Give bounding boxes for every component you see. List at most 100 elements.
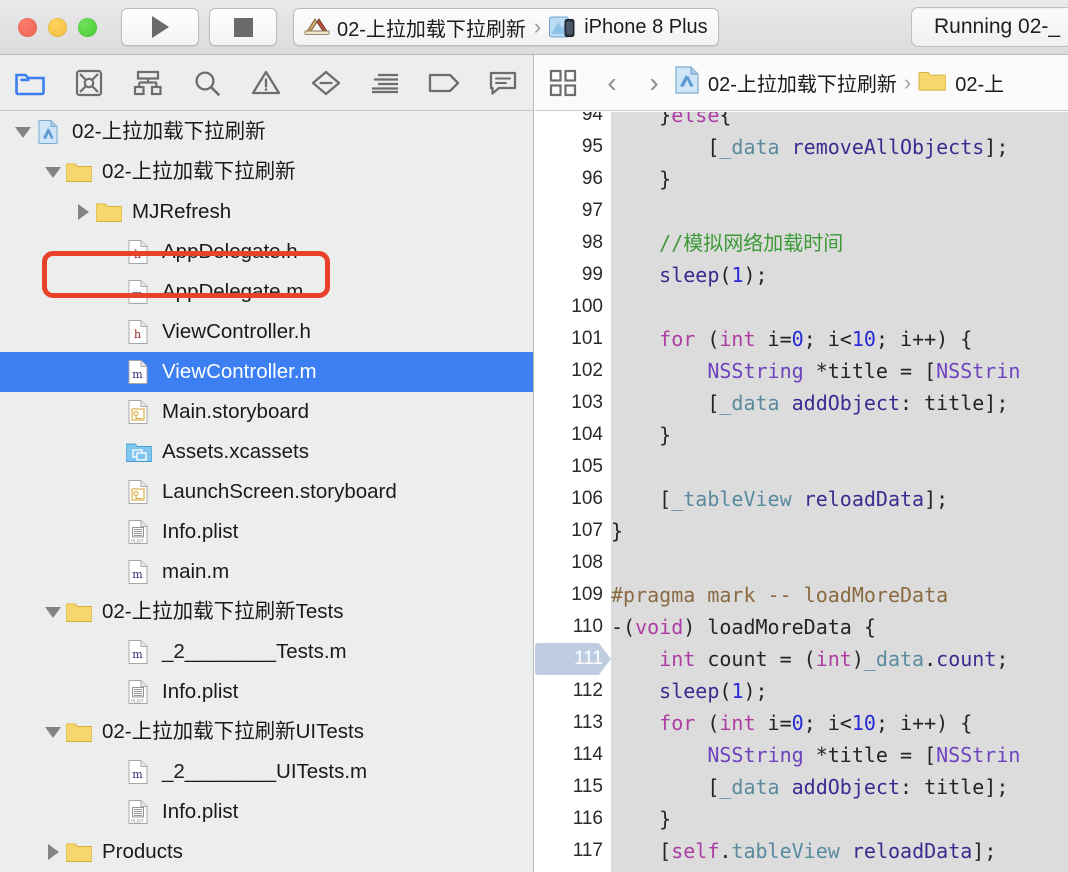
code-line[interactable]: 104 } xyxy=(535,419,1068,451)
code-line[interactable]: 101 for (int i=0; i<10; i++) { xyxy=(535,323,1068,355)
tree-row[interactable]: MJRefresh xyxy=(0,192,533,232)
sidebar-item-issue-navigator[interactable] xyxy=(237,55,296,111)
code-line[interactable]: 113 for (int i=0; i<10; i++) { xyxy=(535,707,1068,739)
code-line-text[interactable]: [_tableView reloadData]; xyxy=(611,483,948,515)
line-number[interactable]: 104 xyxy=(535,419,611,451)
scheme-target[interactable]: 02-上拉加载下拉刷新 xyxy=(304,13,526,42)
code-line-text[interactable]: NSString *title = [NSStrin xyxy=(611,355,1020,387)
code-line-text[interactable]: sleep(1); xyxy=(611,259,767,291)
code-line[interactable]: 108 xyxy=(535,547,1068,579)
code-line[interactable]: 103 [_data addObject: title]; xyxy=(535,387,1068,419)
line-number[interactable]: 110 xyxy=(535,611,611,643)
sidebar-item-test-navigator[interactable] xyxy=(296,55,355,111)
project-file-tree[interactable]: 02-上拉加载下拉刷新 02-上拉加载下拉刷新 MJRefresh h AppDeleg… xyxy=(0,112,533,872)
line-number[interactable]: 112 xyxy=(535,675,611,707)
code-line-text[interactable]: for (int i=0; i<10; i++) { xyxy=(611,323,972,355)
tree-row[interactable]: m AppDelegate.m xyxy=(0,272,533,312)
line-number[interactable]: 99 xyxy=(535,259,611,291)
code-line-text[interactable]: [_data addObject: title]; xyxy=(611,771,1008,803)
tree-row[interactable]: m _2________Tests.m xyxy=(0,632,533,672)
sidebar-item-symbol-navigator[interactable] xyxy=(118,55,177,111)
line-number[interactable]: 101 xyxy=(535,323,611,355)
tree-row[interactable]: m main.m xyxy=(0,552,533,592)
tree-row[interactable]: PLIST Info.plist xyxy=(0,792,533,832)
line-number[interactable]: 114 xyxy=(535,739,611,771)
related-items-button[interactable] xyxy=(535,55,591,110)
scheme-destination[interactable]: iPhone 8 Plus xyxy=(549,16,708,39)
sidebar-item-breakpoint-navigator[interactable] xyxy=(415,55,474,111)
scheme-selector[interactable]: 02-上拉加载下拉刷新 › iPhone 8 Plus xyxy=(293,8,719,46)
tree-row[interactable]: h AppDelegate.h xyxy=(0,232,533,272)
tree-row[interactable]: 02-上拉加载下拉刷新 xyxy=(0,152,533,192)
minimize-button[interactable] xyxy=(48,17,67,37)
run-button[interactable] xyxy=(121,8,199,46)
code-line[interactable]: 112 sleep(1); xyxy=(535,675,1068,707)
code-line-text[interactable]: NSString *title = [NSStrin xyxy=(611,739,1020,771)
code-line-text[interactable]: } xyxy=(611,163,671,195)
code-line[interactable]: 100 xyxy=(535,291,1068,323)
disclosure-triangle-right[interactable] xyxy=(70,204,96,220)
code-line[interactable]: 107} xyxy=(535,515,1068,547)
close-button[interactable] xyxy=(18,17,37,37)
code-line-text[interactable]: //模拟网络加载时间 xyxy=(611,227,843,259)
disclosure-triangle-down[interactable] xyxy=(40,166,66,178)
code-line[interactable]: 114 NSString *title = [NSStrin xyxy=(535,739,1068,771)
stop-button[interactable] xyxy=(209,8,277,46)
line-number[interactable]: 107 xyxy=(535,515,611,547)
code-line-text[interactable]: -(void) loadMoreData { xyxy=(611,611,876,643)
code-line-text[interactable]: } xyxy=(611,515,623,547)
tree-row[interactable]: Products xyxy=(0,832,533,872)
tree-row[interactable]: m _2________UITests.m xyxy=(0,752,533,792)
code-line-text[interactable]: }else{ xyxy=(611,112,731,131)
tree-row[interactable]: h ViewController.h xyxy=(0,312,533,352)
code-line-text[interactable]: } xyxy=(611,803,671,835)
line-number[interactable]: 115 xyxy=(535,771,611,803)
code-line[interactable]: 115 [_data addObject: title]; xyxy=(535,771,1068,803)
code-line-text[interactable]: } xyxy=(611,419,671,451)
code-line[interactable]: 98 //模拟网络加载时间 xyxy=(535,227,1068,259)
code-line[interactable]: 117 [self.tableView reloadData]; xyxy=(535,835,1068,867)
code-line[interactable]: 97 xyxy=(535,195,1068,227)
tree-row[interactable]: PLIST Info.plist xyxy=(0,512,533,552)
code-lines-container[interactable]: 94 }else{95 [_data removeAllObjects]; 96 … xyxy=(535,112,1068,867)
tree-row[interactable]: Assets.xcassets xyxy=(0,432,533,472)
disclosure-triangle-down[interactable] xyxy=(10,126,36,138)
line-number[interactable]: 94 xyxy=(535,112,611,131)
code-line[interactable]: 102 NSString *title = [NSStrin xyxy=(535,355,1068,387)
line-number[interactable]: 111 xyxy=(535,643,611,675)
code-line[interactable]: 94 }else{ xyxy=(535,112,1068,131)
breadcrumb-project[interactable]: 02-上拉加载下拉刷新 xyxy=(675,65,897,100)
tree-row[interactable]: LaunchScreen.storyboard xyxy=(0,472,533,512)
code-line[interactable]: 111 int count = (int)_data.count; xyxy=(535,643,1068,675)
code-line[interactable]: 95 [_data removeAllObjects]; xyxy=(535,131,1068,163)
line-number[interactable]: 102 xyxy=(535,355,611,387)
zoom-button[interactable] xyxy=(78,17,97,37)
line-number[interactable]: 96 xyxy=(535,163,611,195)
code-text-view[interactable]: 94 }else{95 [_data removeAllObjects]; 96 … xyxy=(535,112,1068,872)
navigate-back-button[interactable]: ‹ xyxy=(591,55,633,110)
disclosure-triangle-down[interactable] xyxy=(40,726,66,738)
code-line[interactable]: 116 } xyxy=(535,803,1068,835)
line-number[interactable]: 108 xyxy=(535,547,611,579)
code-line-text[interactable]: #pragma mark -- loadMoreData xyxy=(611,579,948,611)
line-number[interactable]: 95 xyxy=(535,131,611,163)
code-line-text[interactable]: sleep(1); xyxy=(611,675,767,707)
line-number[interactable]: 97 xyxy=(535,195,611,227)
breadcrumb-group[interactable]: 02-上 xyxy=(918,68,1004,97)
code-line[interactable]: 109 #pragma mark -- loadMoreData xyxy=(535,579,1068,611)
code-line[interactable]: 99 sleep(1); xyxy=(535,259,1068,291)
sidebar-item-report-navigator[interactable] xyxy=(474,55,533,111)
line-number[interactable]: 103 xyxy=(535,387,611,419)
line-number[interactable]: 116 xyxy=(535,803,611,835)
code-line[interactable]: 96 } xyxy=(535,163,1068,195)
code-line-text[interactable]: [_data addObject: title]; xyxy=(611,387,1008,419)
sidebar-item-find-navigator[interactable] xyxy=(178,55,237,111)
sidebar-item-debug-navigator[interactable] xyxy=(355,55,414,111)
code-line-text[interactable]: int count = (int)_data.count; xyxy=(611,643,1008,675)
sidebar-item-project-navigator[interactable] xyxy=(0,55,59,111)
tree-row[interactable]: 02-上拉加载下拉刷新Tests xyxy=(0,592,533,632)
navigate-forward-button[interactable]: › xyxy=(633,55,675,110)
tree-row[interactable]: PLIST Info.plist xyxy=(0,672,533,712)
tree-row[interactable]: 02-上拉加载下拉刷新UITests xyxy=(0,712,533,752)
line-number[interactable]: 98 xyxy=(535,227,611,259)
